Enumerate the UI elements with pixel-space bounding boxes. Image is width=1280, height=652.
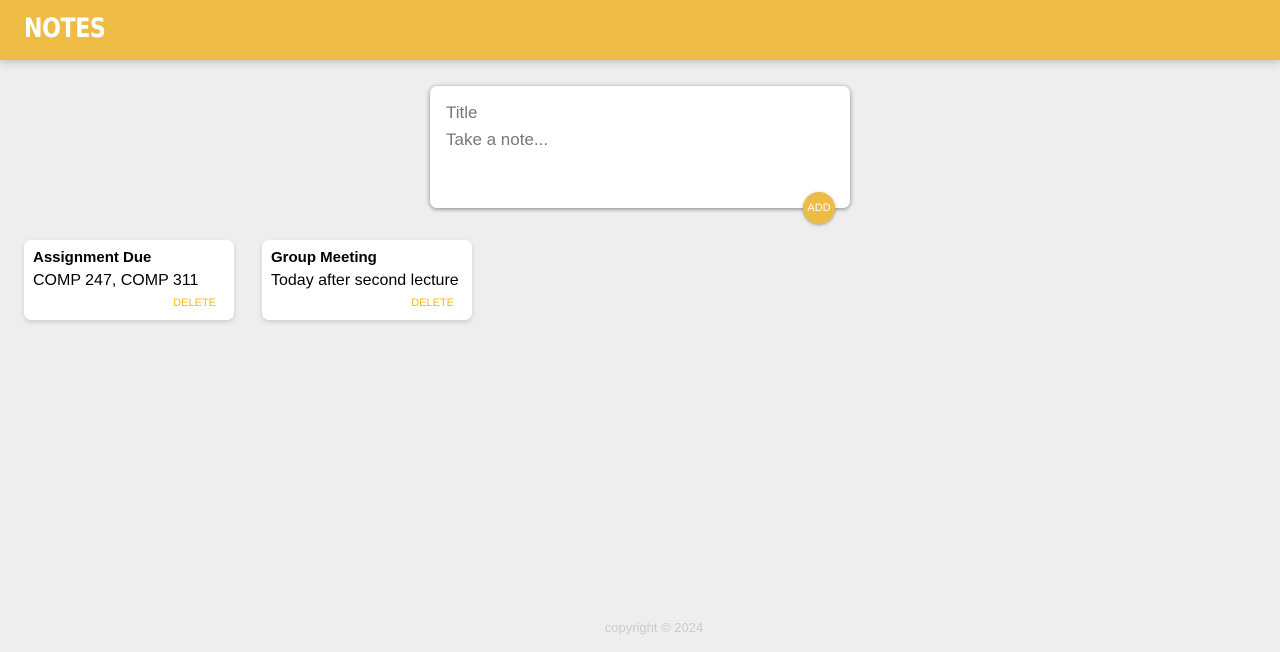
note-card: Assignment Due COMP 247, COMP 311 DELETE xyxy=(24,240,234,320)
delete-note-button[interactable]: DELETE xyxy=(411,297,454,309)
page-footer: copyright © 2024 xyxy=(0,618,1280,638)
note-content-input[interactable] xyxy=(446,129,826,189)
create-note-form: ADD xyxy=(430,86,850,224)
add-note-button[interactable]: ADD xyxy=(803,192,835,224)
note-content: Today after second lecture xyxy=(271,272,459,289)
note-title-input[interactable] xyxy=(446,102,826,124)
note-content: COMP 247, COMP 311 xyxy=(33,272,199,289)
app-title: NOTES xyxy=(24,13,106,44)
copyright-text: copyright © 2024 xyxy=(604,620,704,635)
note-card: Group Meeting Today after second lecture… xyxy=(262,240,472,320)
note-title: Assignment Due xyxy=(33,249,152,266)
delete-note-button[interactable]: DELETE xyxy=(173,297,216,309)
note-title: Group Meeting xyxy=(271,249,377,266)
app-header: NOTES xyxy=(0,0,1280,60)
